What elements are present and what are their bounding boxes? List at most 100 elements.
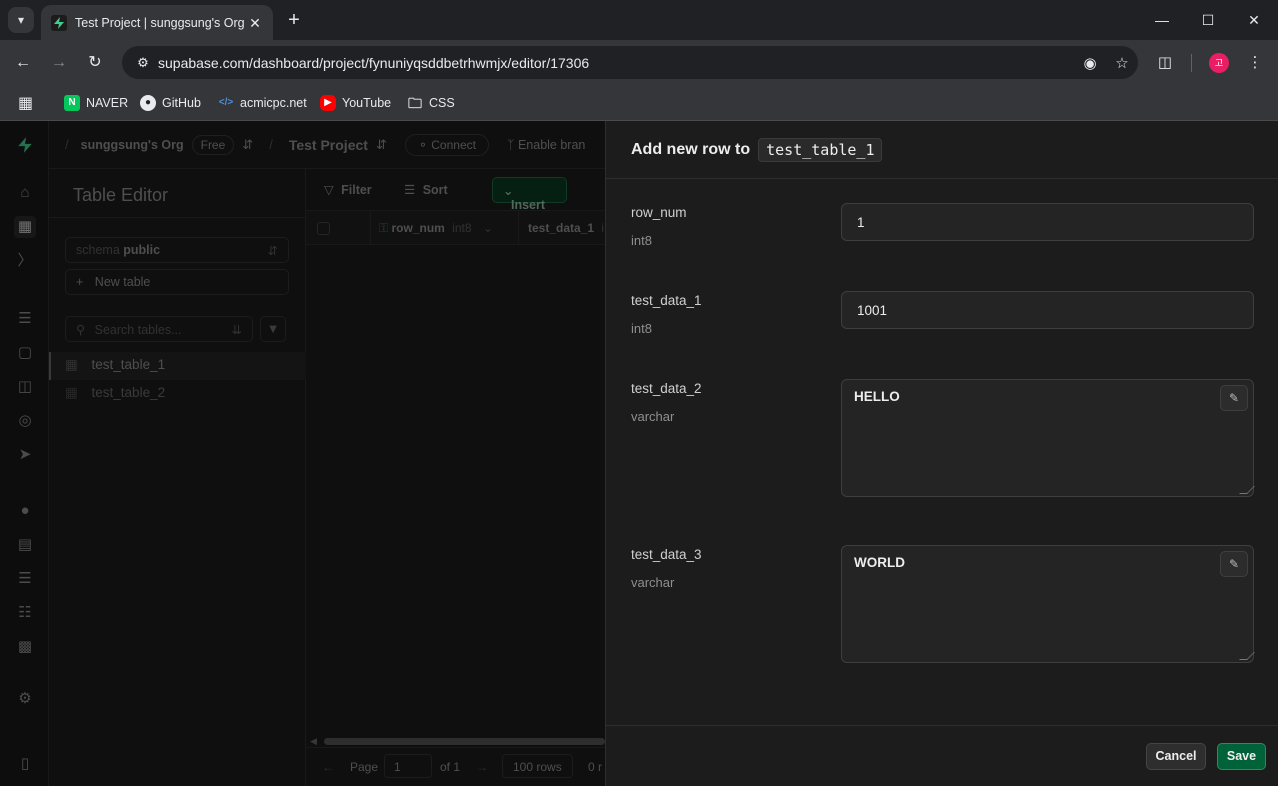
apps-grid-icon[interactable]: ▦ [18,93,33,113]
enable-branching-button[interactable]: ᛉ Enable bran [507,138,585,152]
table-editor-icon[interactable]: ▦ [14,216,36,238]
field-type-row-num: int8 [631,233,652,248]
scrollbar-thumb[interactable] [324,738,605,745]
browser-toolbar: ← → ↻ ⚙ supabase.com/dashboard/project/f… [0,40,1278,85]
search-tables-input[interactable]: ⚲ Search tables... ⇊ [65,316,253,342]
filter-icon: ▽ [324,183,334,197]
expand-editor-icon[interactable]: ✎ [1220,551,1248,577]
collapse-sidebar-icon[interactable]: ▯ [14,753,36,775]
save-button[interactable]: Save [1217,743,1266,770]
field-label-test-data-3: test_data_3 [631,547,702,562]
page-number-input[interactable]: 1 [384,754,432,778]
logs-list-icon[interactable]: ☰ [14,568,36,590]
bookmark-star-icon[interactable]: ☆ [1106,54,1138,72]
edge-functions-icon[interactable]: ➤ [14,444,36,466]
page-label: Page [350,760,379,774]
bookmark-youtube[interactable]: ▶ YouTube [320,93,391,113]
bookmark-css-folder[interactable]: 🗀 CSS [407,93,455,113]
expand-editor-icon[interactable]: ✎ [1220,385,1248,411]
filter-button[interactable]: ▽ Filter [324,182,372,197]
sort-button[interactable]: ☰ Sort [404,182,448,197]
panel-title: Add new row to [631,140,751,158]
extensions-puzzle-icon[interactable]: ◫ [1152,50,1178,76]
advisors-bulb-icon[interactable]: ● [14,500,36,522]
new-tab-plus-icon[interactable]: + [284,10,304,30]
cancel-button[interactable]: Cancel [1146,743,1206,770]
database-icon[interactable]: ☰ [14,308,36,330]
rows-per-page-select[interactable]: 100 rows [502,754,573,778]
connect-label: Connect [431,137,476,152]
tab-close-icon[interactable]: ✕ [247,15,263,31]
schema-label: schema [76,243,120,257]
test-data-2-textarea[interactable]: HELLO ✎ [841,379,1255,497]
maximize-icon[interactable]: ☐ [1196,8,1220,32]
eye-off-icon[interactable]: ◉ [1074,54,1106,72]
bookmarks-bar: ▦ N NAVER ● GitHub </> acmicpc.net ▶ You… [0,85,1278,121]
column-header-row-num[interactable]: ⚿ row_num int8 ⌄ [379,221,493,236]
minimize-icon[interactable]: — [1150,8,1174,32]
scroll-left-arrow-icon[interactable]: ◀ [310,736,317,747]
window-close-icon[interactable]: ✕ [1242,8,1266,32]
github-icon: ● [140,95,156,111]
column-header-test-data-1[interactable]: test_data_1 i [528,221,604,235]
tab-strip: ▾ Test Project | sunggsung's Org ✕ + — ☐… [0,0,1278,40]
forward-arrow-icon[interactable]: → [46,50,72,76]
profile-avatar[interactable]: 고 [1209,53,1229,73]
kebab-menu-icon[interactable]: ⋮ [1242,50,1268,76]
new-table-button[interactable]: + New table [65,269,289,295]
reports-chart-icon[interactable]: ▤ [14,534,36,556]
column-name: test_data_1 [528,221,595,235]
reload-icon[interactable]: ↻ [82,50,108,76]
auth-lock-icon[interactable]: ▢ [14,342,36,364]
settings-gear-icon[interactable]: ⚙ [14,688,36,710]
url-text[interactable]: supabase.com/dashboard/project/fynuniyqs… [158,55,1074,71]
org-switcher-chevron-icon[interactable]: ⇵ [242,137,253,153]
tab-search-icon[interactable]: ▾ [8,7,34,33]
bookmark-acmicpc[interactable]: </> acmicpc.net [218,93,307,113]
address-bar[interactable]: ⚙ supabase.com/dashboard/project/fynuniy… [122,46,1138,79]
org-name[interactable]: sunggsung's Org [81,138,184,152]
sidebar-item-test-table-2[interactable]: ▦ test_table_2 [49,380,306,408]
sidebar-item-test-table-1[interactable]: ▦ test_table_1 [49,352,306,380]
test-data-1-input[interactable]: 1001 [841,291,1254,329]
test-data-3-textarea[interactable]: WORLD ✎ [841,545,1255,663]
plan-badge: Free [191,134,235,155]
sort-icon: ☰ [404,183,416,197]
filter-label: Filter [341,183,372,197]
api-docs-icon[interactable]: ☷ [14,602,36,624]
tab-title: Test Project | sunggsung's Org [75,15,245,30]
filter-funnel-icon[interactable]: ▼ [260,316,286,342]
next-page-arrow-icon[interactable]: → [476,760,488,774]
integrations-icon[interactable]: ▩ [14,636,36,658]
panel-header: Add new row to test_table_1 [606,121,1278,179]
insert-button[interactable]: ⌄ Insert [492,177,567,212]
select-all-checkbox[interactable] [317,222,330,235]
bookmark-naver[interactable]: N NAVER [64,93,128,113]
connect-button[interactable]: ⚬ Connect [404,133,489,156]
project-switcher-chevron-icon[interactable]: ⇵ [376,137,387,153]
sidebar-divider [49,217,306,218]
realtime-icon[interactable]: ◎ [14,410,36,432]
schema-selector[interactable]: schema public ⇵ [65,237,289,263]
prev-page-arrow-icon[interactable]: ← [322,760,334,774]
column-menu-chevron-icon[interactable]: ⌄ [483,221,493,235]
storage-icon[interactable]: ◫ [14,376,36,398]
browser-tab[interactable]: Test Project | sunggsung's Org ✕ [41,5,273,40]
sql-editor-icon[interactable]: 〉 [14,250,36,272]
add-row-panel: Add new row to test_table_1 row_num int8… [605,121,1278,786]
site-info-icon[interactable]: ⚙ [128,55,158,71]
column-divider [370,211,371,245]
back-arrow-icon[interactable]: ← [10,50,36,76]
supabase-logo-icon[interactable] [16,136,34,154]
column-type: int8 [452,221,472,235]
search-icon: ⚲ [76,323,86,337]
resize-handle[interactable] [1239,486,1255,494]
search-options-chevron-icon[interactable]: ⇊ [232,322,242,337]
home-icon[interactable]: ⌂ [14,182,36,204]
horizontal-scrollbar[interactable]: ◀ [310,736,605,746]
bookmark-github[interactable]: ● GitHub [140,93,201,113]
toolbar-divider [1191,54,1192,72]
row-num-input[interactable]: 1 [841,203,1254,241]
resize-handle[interactable] [1239,652,1255,660]
project-name[interactable]: Test Project [289,137,368,153]
